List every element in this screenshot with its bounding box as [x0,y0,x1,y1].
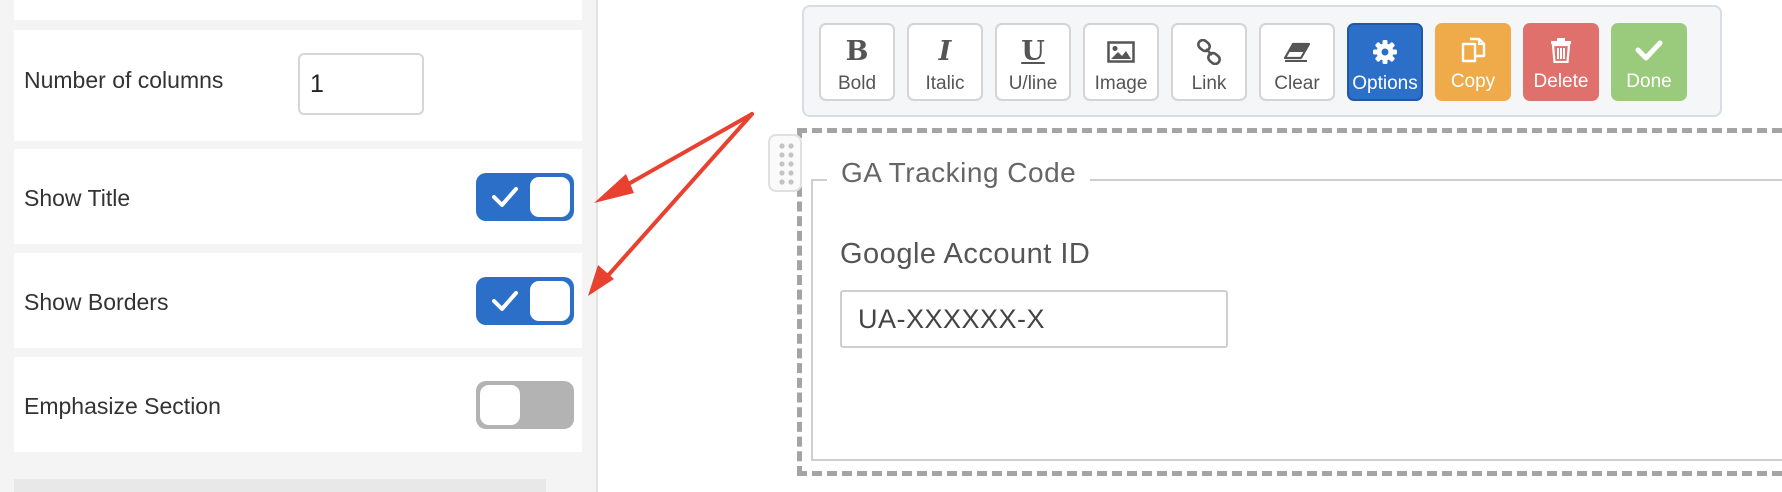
columns-input[interactable] [298,53,424,115]
copy-label: Copy [1450,71,1496,92]
italic-label: Italic [925,73,965,94]
copy-icon [1435,35,1511,65]
gear-icon [1349,37,1421,67]
clear-button[interactable]: Clear [1259,23,1335,101]
image-button[interactable]: Image [1083,23,1159,101]
columns-label: Number of columns [24,67,224,93]
bold-label: Bold [837,73,877,94]
show-title-toggle[interactable] [476,173,574,221]
drag-handle[interactable] [768,134,802,192]
grip-icon [779,143,794,185]
delete-button[interactable]: Delete [1523,23,1599,101]
trash-icon [1523,35,1599,65]
toggle-knob [530,177,570,217]
bold-button[interactable]: B Bold [819,23,895,101]
toggle-knob [530,281,570,321]
emphasize-section-toggle[interactable] [476,381,574,429]
emphasize-section-label: Emphasize Section [24,393,221,419]
settings-panel: Number of columns Show Title Show Border… [0,0,596,492]
bold-icon: B [845,36,869,67]
check-icon [492,187,518,207]
done-label: Done [1626,71,1672,92]
underline-button[interactable]: U U/line [995,23,1071,101]
check-icon [1611,35,1687,65]
link-label: Link [1191,73,1227,94]
panel-divider [596,0,598,492]
ga-tracking-section[interactable]: GA Tracking Code Google Account ID [797,128,1782,476]
italic-button[interactable]: I Italic [907,23,983,101]
check-icon [492,291,518,311]
link-button[interactable]: Link [1171,23,1247,101]
google-account-id-label: Google Account ID [840,238,1091,270]
clear-label: Clear [1274,73,1320,94]
underline-label: U/line [1008,73,1058,94]
section-title: GA Tracking Code [827,157,1091,189]
image-icon [1085,37,1157,67]
options-button[interactable]: Options [1347,23,1423,101]
arrowhead [594,174,634,203]
eraser-icon [1261,37,1333,67]
show-borders-label: Show Borders [24,289,169,315]
toggle-knob [480,385,520,425]
options-label: Options [1352,73,1418,94]
copy-button[interactable]: Copy [1435,23,1511,101]
image-label: Image [1094,73,1148,94]
underline-icon: U [1021,36,1045,67]
emphasize-section-setting-row: Emphasize Section [14,357,582,452]
italic-icon: I [938,36,952,67]
delete-label: Delete [1533,71,1589,92]
google-account-id-input[interactable] [840,290,1228,348]
done-button[interactable]: Done [1611,23,1687,101]
show-borders-toggle[interactable] [476,277,574,325]
columns-setting-row: Number of columns [14,30,582,141]
link-icon [1173,37,1245,67]
show-title-label: Show Title [24,185,131,211]
panel-scrollbar[interactable] [14,479,546,492]
editor-toolbar: B Bold I Italic U U/line Image Link Clea… [802,5,1722,117]
show-title-setting-row: Show Title [14,149,582,244]
settings-card-top [14,0,582,20]
show-borders-setting-row: Show Borders [14,253,582,348]
